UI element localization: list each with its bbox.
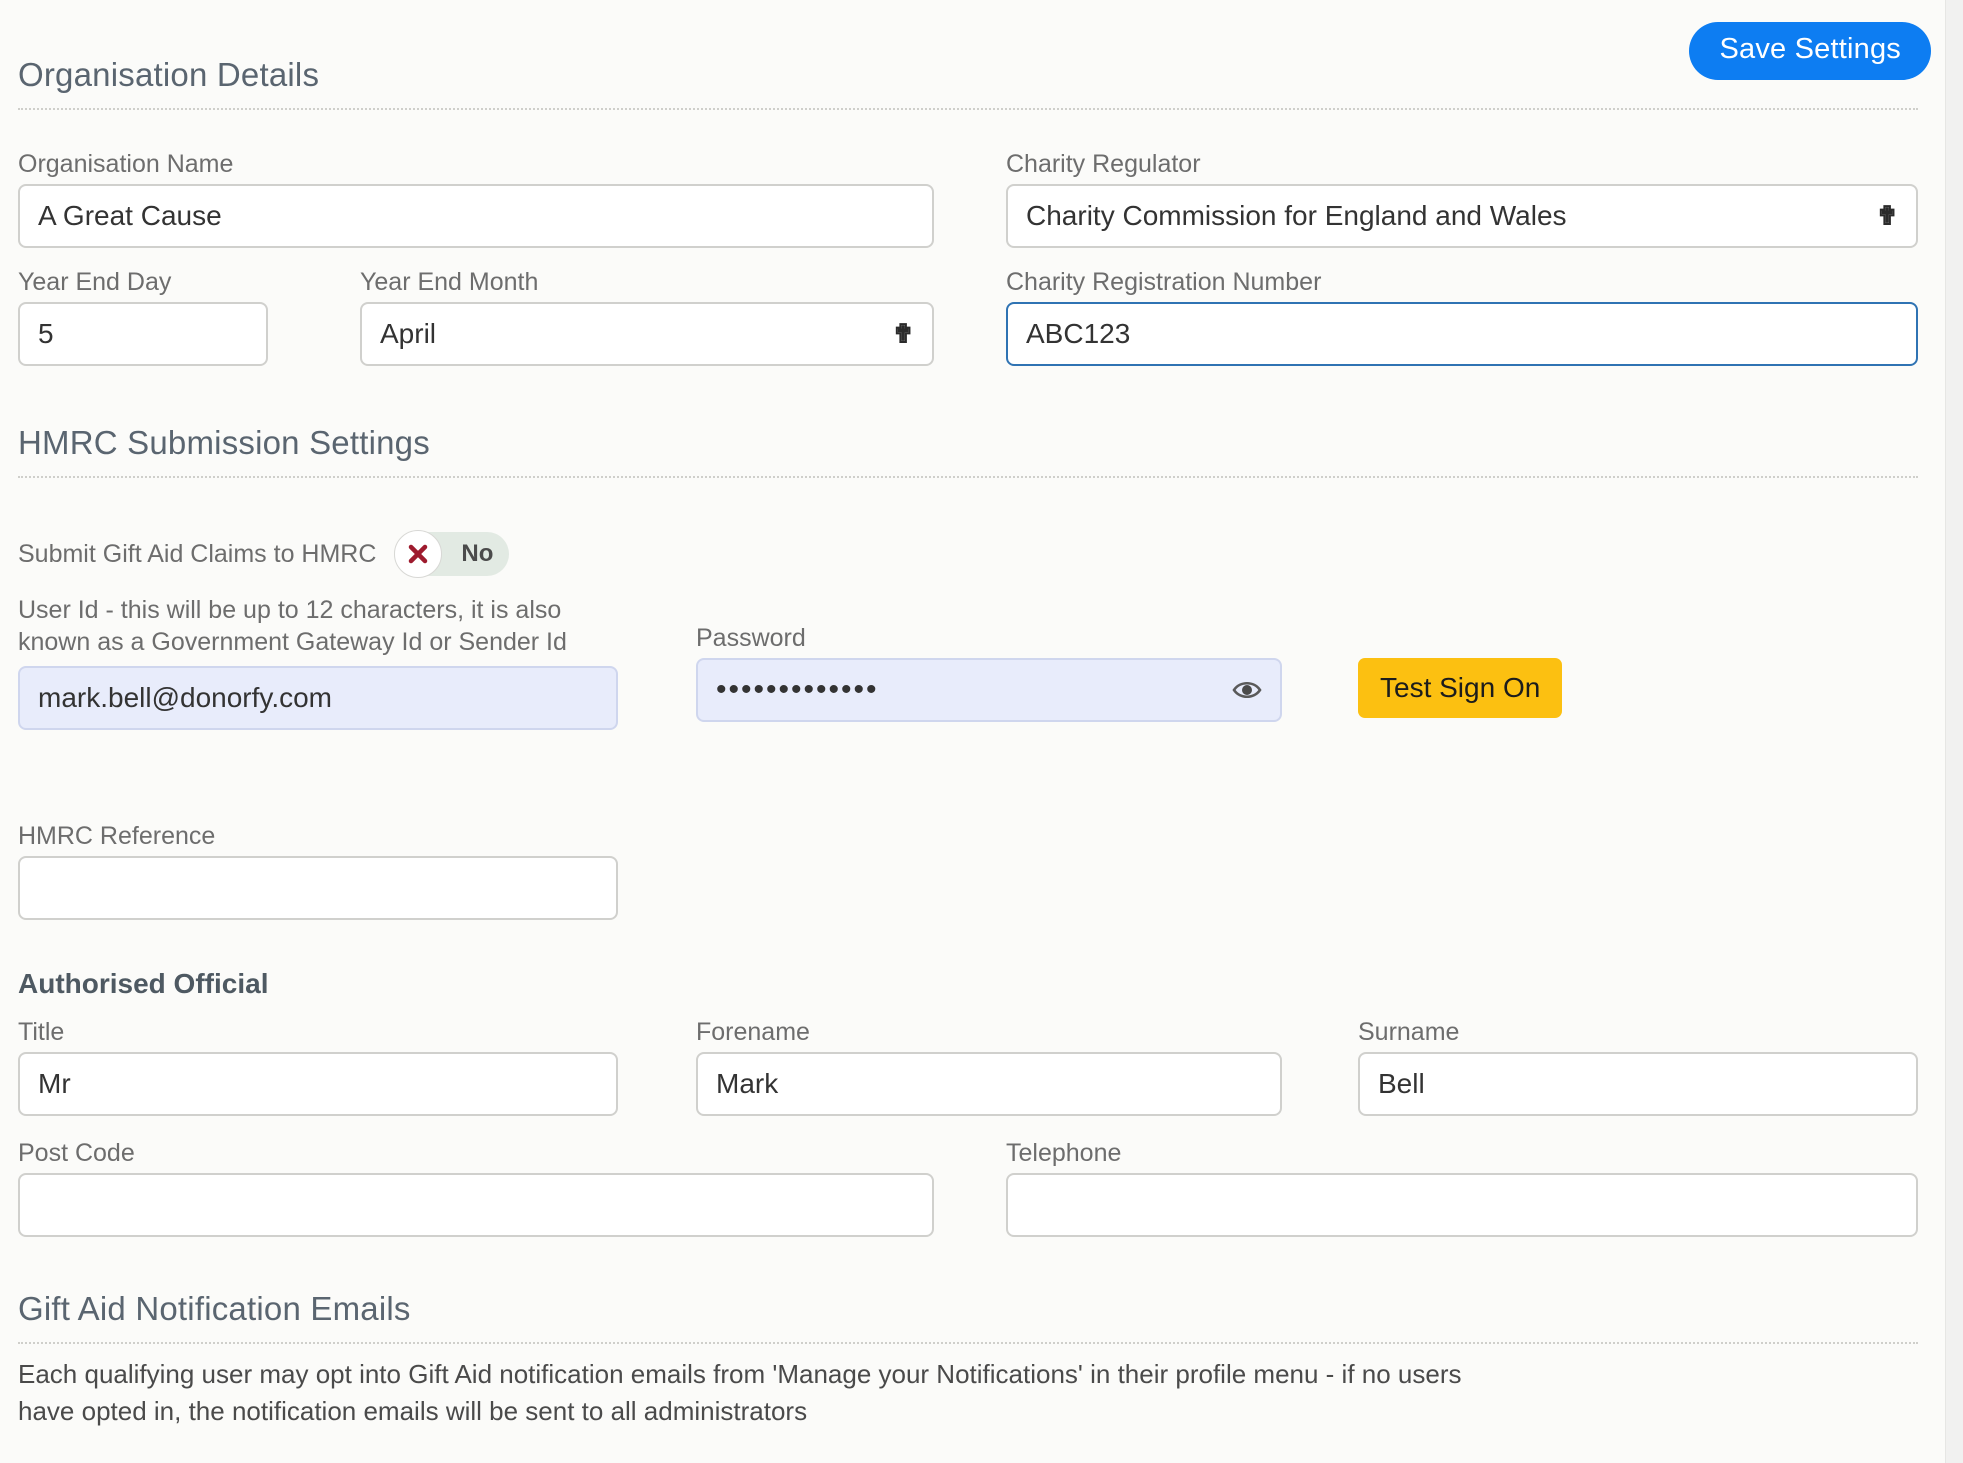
submit-gift-aid-claims-group: Submit Gift Aid Claims to HMRC No [18, 530, 510, 578]
organisation-details-section: Organisation Details [18, 56, 1918, 122]
password-group: Password [696, 624, 1282, 722]
user-id-label: User Id - this will be up to 12 characte… [18, 596, 567, 656]
password-input[interactable] [696, 658, 1282, 722]
settings-page: Save Settings Organisation Details Organ… [0, 0, 1963, 1463]
year-end-day-group: Year End Day [18, 268, 268, 366]
forename-label: Forename [696, 1018, 810, 1046]
hmrc-reference-label: HMRC Reference [18, 822, 216, 850]
charity-regulator-group: Charity Regulator Charity Commission for… [1006, 150, 1918, 248]
year-end-month-select-wrap: April ✟ [360, 302, 934, 366]
settings-content: Save Settings Organisation Details Organ… [18, 0, 1945, 1463]
charity-regulator-label: Charity Regulator [1006, 150, 1201, 178]
organisation-name-group: Organisation Name [18, 150, 934, 248]
gift-aid-notification-emails-section: Gift Aid Notification Emails Each qualif… [18, 1290, 1918, 1430]
surname-group: Surname [1358, 1018, 1918, 1116]
hmrc-reference-input[interactable] [18, 856, 618, 920]
password-input-wrap [696, 658, 1282, 722]
organisation-name-label: Organisation Name [18, 150, 234, 178]
charity-registration-number-group: Charity Registration Number [1006, 268, 1918, 366]
post-code-input[interactable] [18, 1173, 934, 1237]
charity-registration-number-label: Charity Registration Number [1006, 268, 1322, 296]
section-divider [18, 476, 1918, 478]
gift-aid-notification-emails-heading: Gift Aid Notification Emails [18, 1290, 411, 1327]
charity-regulator-select[interactable]: Charity Commission for England and Wales [1006, 184, 1918, 248]
post-code-label: Post Code [18, 1139, 135, 1167]
forename-input[interactable] [696, 1052, 1282, 1116]
year-end-day-input[interactable] [18, 302, 268, 366]
telephone-group: Telephone [1006, 1139, 1918, 1237]
year-end-month-group: Year End Month April ✟ [360, 268, 934, 366]
test-sign-on-button[interactable]: Test Sign On [1358, 658, 1563, 718]
year-end-day-label: Year End Day [18, 268, 172, 296]
toggle-knob [394, 530, 443, 578]
submit-gift-aid-claims-label: Submit Gift Aid Claims to HMRC [18, 539, 377, 568]
toggle-state-label: No [461, 540, 494, 567]
authorised-official-heading-wrap: Authorised Official [18, 968, 268, 1000]
organisation-name-input[interactable] [18, 184, 934, 248]
hmrc-submission-settings-section: HMRC Submission Settings [18, 424, 1918, 490]
cross-icon [409, 544, 428, 564]
hmrc-submission-settings-heading: HMRC Submission Settings [18, 424, 430, 461]
section-divider [18, 1342, 1918, 1344]
vertical-scrollbar[interactable] [1945, 0, 1963, 1463]
charity-registration-number-input[interactable] [1006, 302, 1918, 366]
forename-group: Forename [696, 1018, 1282, 1116]
hmrc-reference-group: HMRC Reference [18, 822, 618, 920]
year-end-month-label: Year End Month [360, 268, 539, 296]
section-divider [18, 108, 1918, 110]
title-label: Title [18, 1018, 65, 1046]
telephone-input[interactable] [1006, 1173, 1918, 1237]
submit-gift-aid-claims-toggle[interactable]: No [394, 530, 510, 578]
organisation-details-heading: Organisation Details [18, 56, 320, 93]
user-id-group: User Id - this will be up to 12 characte… [18, 594, 618, 730]
eye-icon[interactable] [1232, 678, 1262, 702]
authorised-official-heading: Authorised Official [18, 968, 269, 999]
year-end-month-select[interactable]: April [360, 302, 934, 366]
title-input[interactable] [18, 1052, 618, 1116]
post-code-group: Post Code [18, 1139, 934, 1237]
password-label: Password [696, 624, 806, 652]
user-id-input[interactable] [18, 666, 618, 730]
charity-regulator-select-wrap: Charity Commission for England and Wales… [1006, 184, 1918, 248]
submit-gift-aid-claims-toggle-wrap: No [394, 530, 510, 578]
title-group: Title [18, 1018, 618, 1116]
gift-aid-notification-emails-description: Each qualifying user may opt into Gift A… [18, 1359, 1462, 1426]
telephone-label: Telephone [1006, 1139, 1122, 1167]
surname-label: Surname [1358, 1018, 1460, 1046]
surname-input[interactable] [1358, 1052, 1918, 1116]
